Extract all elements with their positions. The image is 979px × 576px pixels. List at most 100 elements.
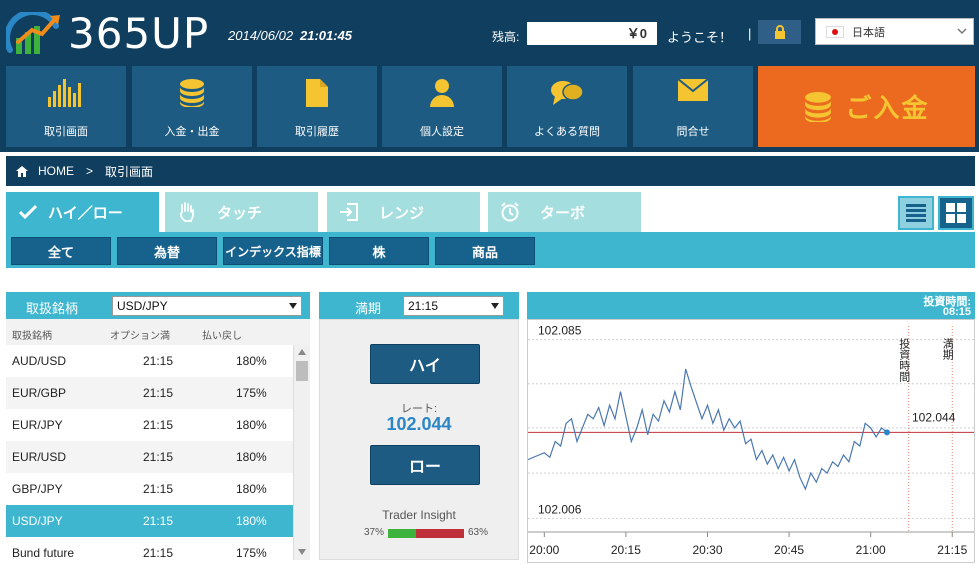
scroll-down-icon[interactable]: [298, 549, 306, 555]
nav-faq[interactable]: よくある質問: [507, 66, 627, 147]
japan-flag-icon: [826, 25, 844, 38]
insight-low-pct: 37%: [364, 527, 385, 538]
asset-payout: 175%: [236, 546, 267, 560]
asset-table-header: 取扱銘柄 オプション満 払い戻し: [6, 319, 310, 345]
table-row[interactable]: EUR/USD 21:15 180%: [6, 441, 293, 473]
nav-deposit-withdraw[interactable]: 入金・出金: [132, 66, 252, 147]
envelope-icon: [678, 79, 708, 101]
server-time: 21:01:45: [300, 28, 353, 43]
table-row[interactable]: GBP/JPY 21:15 180%: [6, 473, 293, 505]
rate-value: 102.044: [386, 414, 452, 434]
checkmark-icon: [19, 204, 37, 220]
expiry-label: 満期: [355, 301, 382, 316]
nav-contact[interactable]: 問合せ: [633, 66, 753, 147]
balance-label: 残高:: [492, 30, 520, 44]
column-header-expiry: オプション満: [110, 331, 170, 342]
tab-label: ターボ: [540, 204, 586, 222]
asset-list-scrollbar[interactable]: [293, 345, 310, 560]
tab-label: ハイ／ロー: [48, 204, 123, 222]
table-row[interactable]: EUR/GBP 21:15 175%: [6, 377, 293, 409]
asset-payout: 180%: [236, 450, 267, 464]
list-icon: [906, 204, 926, 222]
asset-name: Bund future: [12, 546, 75, 560]
table-row[interactable]: EUR/JPY 21:15 180%: [6, 409, 293, 441]
asset-label: 取扱銘柄: [26, 301, 79, 316]
dropdown-arrow-icon: [491, 303, 499, 309]
breadcrumb-home[interactable]: HOME: [38, 164, 74, 178]
asset-select-value: USD/JPY: [117, 299, 168, 313]
welcome-text: ようこそ！: [667, 30, 733, 45]
asset-expiry: 21:15: [143, 450, 174, 464]
language-value: 日本語: [852, 26, 885, 39]
category-stock-button[interactable]: 株: [329, 237, 429, 265]
x-tick-label: 20:45: [774, 543, 804, 557]
deposit-label: ご入金: [845, 93, 930, 123]
enter-icon: [340, 203, 358, 221]
server-date: 2014/06/02: [228, 28, 294, 43]
scroll-up-icon[interactable]: [298, 349, 306, 355]
asset-name: AUD/USD: [12, 354, 67, 368]
tab-high-low[interactable]: ハイ／ロー: [6, 192, 159, 232]
header-bar: 365UP 2014/06/02 21:01:45 残高: ￥0 ようこそ！ |…: [0, 0, 979, 152]
language-select[interactable]: 日本語: [815, 18, 974, 45]
table-row[interactable]: USD/JPY 21:15 180%: [6, 505, 293, 537]
asset-expiry: 21:15: [143, 546, 174, 560]
last-price-point: [883, 429, 890, 436]
list-view-button[interactable]: [898, 196, 934, 230]
asset-expiry: 21:15: [143, 482, 174, 496]
category-fx-button[interactable]: 為替: [117, 237, 217, 265]
tab-range[interactable]: レンジ: [327, 192, 480, 232]
document-icon: [306, 79, 328, 107]
x-tick-label: 20:00: [529, 543, 559, 557]
x-tick-label: 21:15: [937, 543, 967, 557]
dropdown-arrow-icon: [289, 303, 297, 309]
asset-select[interactable]: USD/JPY: [112, 296, 302, 316]
tab-touch[interactable]: タッチ: [165, 192, 318, 232]
asset-name: EUR/GBP: [12, 386, 67, 400]
category-all-button[interactable]: 全て: [11, 237, 111, 265]
price-chart[interactable]: 20:00 20:15 20:30 20:45 21:00 21:15 102.085 102…: [527, 319, 975, 563]
asset-expiry: 21:15: [143, 354, 174, 368]
asset-name: GBP/JPY: [12, 482, 63, 496]
chevron-down-icon: [957, 28, 967, 35]
grid-view-button[interactable]: [938, 196, 974, 230]
bar-chart-icon: [48, 79, 81, 107]
asset-name: USD/JPY: [12, 514, 63, 528]
low-button[interactable]: ロー: [370, 445, 480, 485]
y-label-bottom: 102.006: [538, 502, 582, 516]
expiry-select-value: 21:15: [408, 299, 439, 313]
lock-icon: [774, 24, 785, 39]
table-row[interactable]: Bund future 21:15 175%: [6, 537, 293, 563]
logo[interactable]: 365UP: [6, 8, 216, 58]
asset-name: EUR/USD: [12, 450, 67, 464]
x-tick-label: 20:15: [611, 543, 641, 557]
table-row[interactable]: AUD/USD 21:15 180%: [6, 345, 293, 377]
nav-trading[interactable]: 取引画面: [6, 66, 126, 147]
deposit-button[interactable]: ご入金: [758, 66, 975, 147]
asset-name: EUR/JPY: [12, 418, 63, 432]
alarm-clock-icon: [501, 202, 519, 222]
marker-label: 満期: [941, 338, 954, 361]
balance-value: ￥0: [527, 22, 657, 45]
nav-label: よくある質問: [534, 126, 600, 138]
marker-label: 投資時間: [898, 337, 911, 383]
asset-expiry: 21:15: [143, 386, 174, 400]
price-chart-svg: 20:00 20:15 20:30 20:45 21:00 21:15 102.085 102…: [527, 324, 974, 557]
column-header-payout: 払い戻し: [202, 331, 242, 342]
category-index-button[interactable]: インデックス指標: [223, 237, 323, 265]
nav-label: 取引履歴: [295, 126, 339, 138]
nav-label: 入金・出金: [164, 126, 220, 138]
logout-button[interactable]: [758, 20, 801, 44]
expiry-select[interactable]: 21:15: [403, 296, 504, 316]
high-button[interactable]: ハイ: [370, 344, 480, 384]
nav-settings[interactable]: 個人設定: [382, 66, 502, 147]
breadcrumb: HOME > 取引画面: [6, 156, 975, 186]
nav-label: 問合せ: [676, 126, 710, 138]
x-tick-label: 21:00: [856, 543, 886, 557]
person-icon: [430, 79, 454, 107]
category-commodity-button[interactable]: 商品: [435, 237, 535, 265]
header-separator: |: [748, 26, 752, 41]
nav-history[interactable]: 取引履歴: [257, 66, 377, 147]
tab-turbo[interactable]: ターボ: [488, 192, 641, 232]
scroll-thumb[interactable]: [296, 361, 308, 381]
